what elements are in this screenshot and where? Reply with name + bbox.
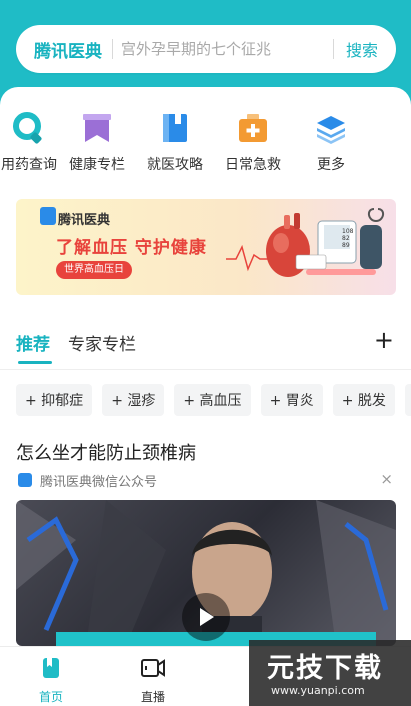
video-camera-icon xyxy=(140,656,166,684)
watermark-url: www.yuanpi.com xyxy=(271,684,365,697)
content-tabs: 推荐 专家专栏 + xyxy=(16,322,396,364)
quick-action-first-aid[interactable]: 日常急救 xyxy=(214,108,292,184)
bp-systolic: 108 xyxy=(342,228,354,235)
banner-brand-label: 腾讯医典 xyxy=(58,213,111,228)
divider xyxy=(0,369,411,370)
site-watermark: 元技下载 www.yuanpi.com xyxy=(249,640,411,706)
tab-expert-column[interactable]: 专家专栏 xyxy=(68,330,136,355)
quick-action-health-column[interactable]: 健康专栏 xyxy=(58,108,136,184)
nav-live[interactable]: 直播 xyxy=(102,647,204,706)
close-icon[interactable]: × xyxy=(380,470,393,488)
quick-action-label: 就医攻略 xyxy=(147,157,203,173)
search-brand-label[interactable]: 腾讯医典 xyxy=(34,37,102,62)
search-button[interactable]: 搜索 xyxy=(346,37,378,61)
quick-action-more[interactable]: 更多 xyxy=(292,108,370,184)
article-title[interactable]: 怎么坐才能防止颈椎病 xyxy=(16,439,196,465)
topic-chip-more[interactable]: + xyxy=(404,384,411,416)
source-logo-icon xyxy=(18,473,32,487)
pill-search-icon xyxy=(9,108,49,148)
quick-action-label: 日常急救 xyxy=(225,157,281,173)
topic-chips: + 抑郁症 + 湿疹 + 高血压 + 胃炎 + 脱发 + xyxy=(16,384,411,418)
topic-chip-hypertension[interactable]: + 高血压 xyxy=(174,384,251,416)
article-video-thumbnail[interactable] xyxy=(16,500,396,646)
quick-action-hospital-guide[interactable]: 就医攻略 xyxy=(136,108,214,184)
brand-logo-icon xyxy=(40,207,56,225)
quick-action-label: 更多 xyxy=(317,157,345,173)
tab-recommend[interactable]: 推荐 xyxy=(16,330,52,364)
bookmark-folder-icon xyxy=(77,108,117,148)
search-divider xyxy=(332,39,334,59)
article-source: 腾讯医典微信公众号 xyxy=(40,475,158,490)
quick-action-label: 健康专栏 xyxy=(69,157,125,173)
book-icon xyxy=(155,108,195,148)
layers-icon xyxy=(311,108,351,148)
play-icon[interactable] xyxy=(182,593,230,641)
search-divider xyxy=(112,39,113,59)
home-bookmark-icon xyxy=(39,656,63,684)
nav-label: 直播 xyxy=(140,690,165,704)
topic-chip-depression[interactable]: + 抑郁症 xyxy=(16,384,93,416)
watermark-title: 元技下载 xyxy=(267,653,383,684)
banner-title: 了解血压 守护健康 xyxy=(56,238,207,258)
quick-actions-row: 用药查询 健康专栏 就医攻略 日常急救 更多 xyxy=(0,108,411,184)
bp-pulse: 89 xyxy=(342,242,350,249)
nav-label: 首页 xyxy=(38,690,63,704)
heart-blood-pressure-illustration: 108 82 89 xyxy=(226,208,384,277)
search-input[interactable] xyxy=(121,40,321,58)
topic-chip-gastritis[interactable]: + 胃炎 xyxy=(260,384,323,416)
topic-chip-hair-loss[interactable]: + 脱发 xyxy=(332,384,395,416)
search-bar[interactable]: 腾讯医典 搜索 xyxy=(16,25,396,73)
quick-action-drug-lookup[interactable]: 用药查询 xyxy=(0,108,58,184)
promo-banner[interactable]: 腾讯医典 了解血压 守护健康 世界高血压日 108 82 89 xyxy=(16,199,396,295)
nav-home[interactable]: 首页 xyxy=(0,647,102,706)
quick-action-label: 用药查询 xyxy=(1,157,57,173)
banner-tag: 世界高血压日 xyxy=(56,261,132,279)
bp-diastolic: 82 xyxy=(342,235,350,242)
first-aid-kit-icon xyxy=(233,108,273,148)
topic-chip-eczema[interactable]: + 湿疹 xyxy=(102,384,165,416)
add-tab-button[interactable]: + xyxy=(374,326,394,354)
